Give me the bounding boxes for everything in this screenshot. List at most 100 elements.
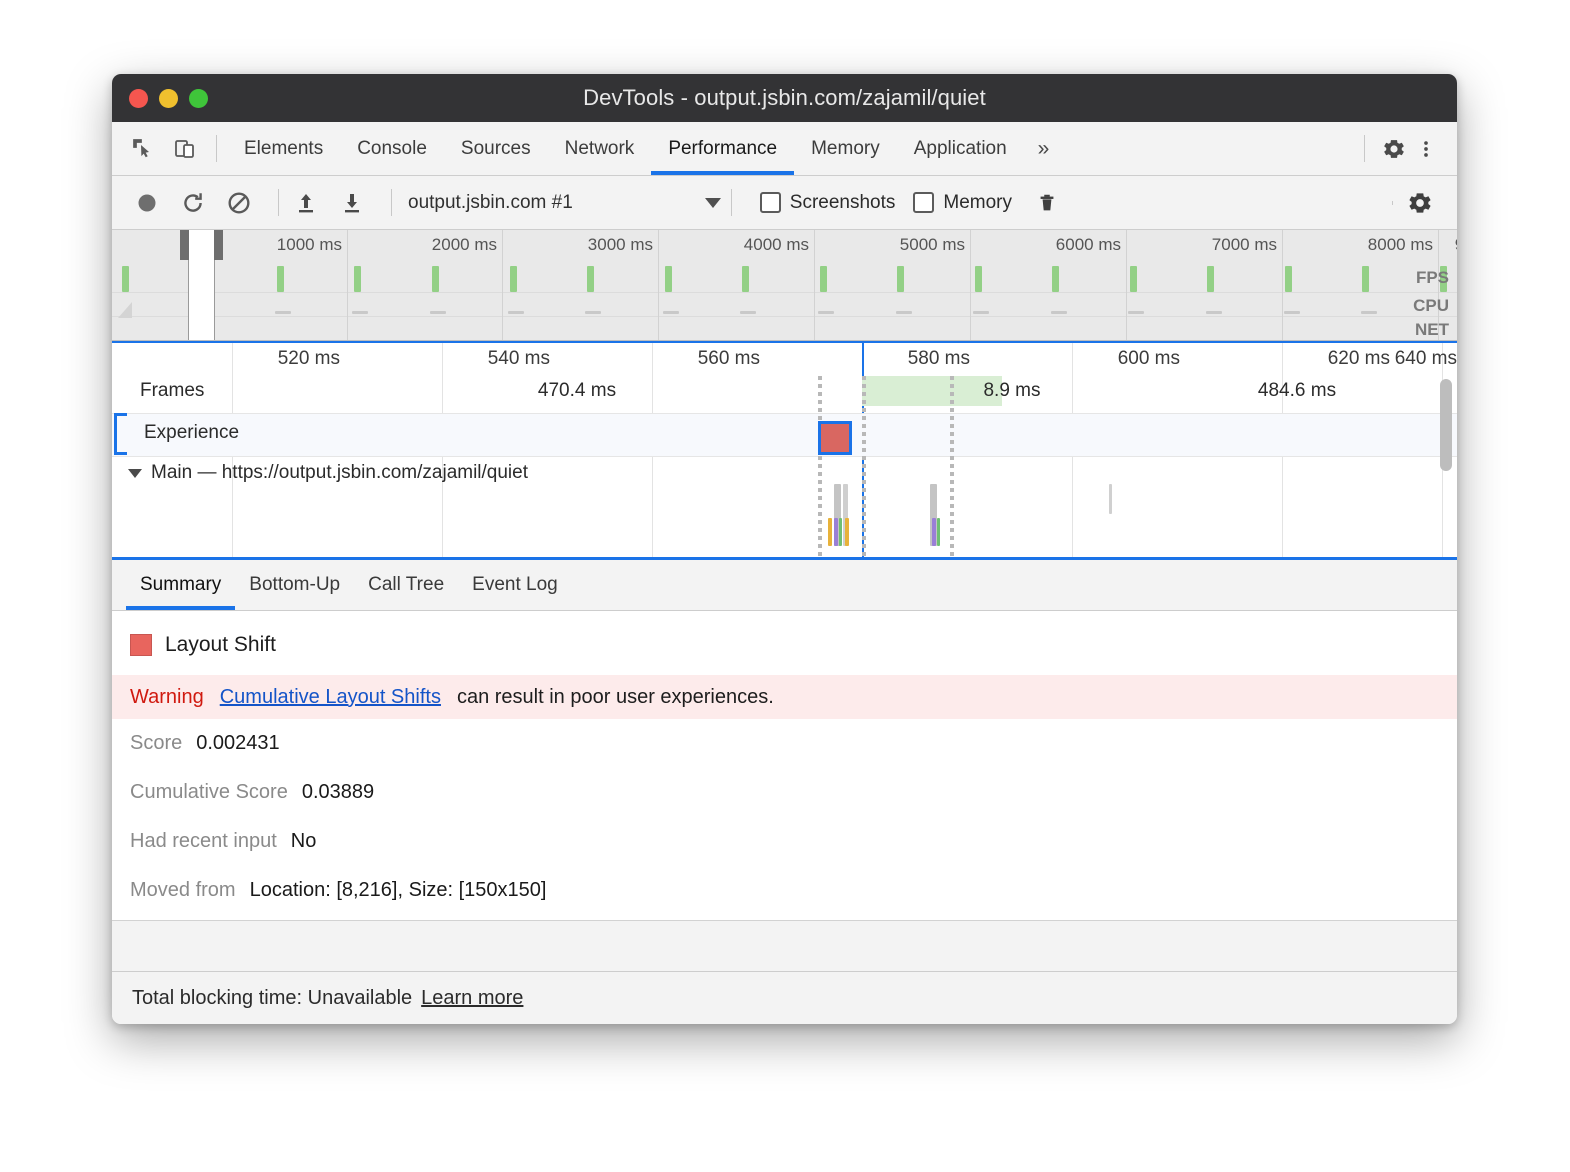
- tab-sources[interactable]: Sources: [444, 122, 548, 175]
- tab-performance[interactable]: Performance: [651, 122, 794, 175]
- frame-duration-label: 470.4 ms: [412, 380, 742, 402]
- tab-bottom-up[interactable]: Bottom-Up: [235, 560, 354, 610]
- overview-selection-window[interactable]: [188, 230, 215, 340]
- learn-more-link[interactable]: Learn more: [421, 987, 523, 1010]
- tab-elements[interactable]: Elements: [227, 122, 340, 175]
- cpu-blip: [896, 311, 912, 314]
- cpu-blip: [818, 311, 834, 314]
- timeline-vertical-scrollbar[interactable]: [1440, 379, 1452, 471]
- cpu-blip: [508, 311, 524, 314]
- tab-console-label: Console: [357, 138, 427, 160]
- main-activity-bar[interactable]: [845, 518, 849, 546]
- devtools-window: DevTools - output.jsbin.com/zajamil/quie…: [112, 74, 1457, 1024]
- frame-duration-label: 484.6 ms: [1132, 380, 1457, 402]
- cpu-blip: [1051, 311, 1067, 314]
- overview-tick: 3000 ms: [658, 230, 659, 340]
- main-track-header[interactable]: Main — https://output.jsbin.com/zajamil/…: [128, 462, 528, 484]
- timeline-tick-label: 600 ms: [1118, 348, 1180, 370]
- tab-event-log[interactable]: Event Log: [458, 560, 572, 610]
- experience-track-row[interactable]: [112, 413, 1457, 457]
- main-activity-bar[interactable]: [834, 518, 838, 546]
- inspect-element-icon[interactable]: [130, 136, 156, 162]
- overview-tick-label: 3000 ms: [588, 235, 653, 255]
- tab-event-log-label: Event Log: [472, 574, 558, 596]
- cpu-blip: [352, 311, 368, 314]
- tab-overflow-button[interactable]: »: [1024, 122, 1064, 175]
- main-activity-bar[interactable]: [839, 518, 842, 546]
- tab-memory[interactable]: Memory: [794, 122, 897, 175]
- timeline-tick-label: 580 ms: [908, 348, 970, 370]
- main-track-row[interactable]: Main — https://output.jsbin.com/zajamil/…: [112, 456, 1457, 557]
- fps-bar: [975, 266, 982, 292]
- cpu-blip: [430, 311, 446, 314]
- fps-bar: [1052, 266, 1059, 292]
- devtools-tabbar: Elements Console Sources Network Perform…: [112, 122, 1457, 176]
- summary-pane: Layout Shift Warning Cumulative Layout S…: [112, 611, 1457, 971]
- screenshots-checkbox-box[interactable]: [760, 192, 781, 213]
- tabbar-divider: [216, 135, 217, 162]
- summary-row-value: Location: [8,216], Size: [150x150]: [250, 879, 547, 902]
- perfbar-divider-2: [391, 189, 392, 216]
- tab-summary[interactable]: Summary: [126, 560, 235, 610]
- fps-bar: [1130, 266, 1137, 292]
- fps-bar: [1207, 266, 1214, 292]
- tabbar-right-icons: [1354, 122, 1457, 175]
- overview-tick-label: 6000 ms: [1056, 235, 1121, 255]
- gear-icon[interactable]: [1403, 188, 1437, 218]
- cumulative-layout-shifts-link[interactable]: Cumulative Layout Shifts: [220, 686, 441, 709]
- timeline-tick-label: 560 ms: [698, 348, 760, 370]
- kebab-menu-icon[interactable]: [1413, 136, 1439, 162]
- main-activity-bar[interactable]: [932, 518, 936, 546]
- overview-tick: 7000 ms: [1282, 230, 1283, 340]
- trash-icon[interactable]: [1030, 188, 1064, 218]
- close-window-button[interactable]: [129, 89, 148, 108]
- memory-checkbox-box[interactable]: [913, 192, 934, 213]
- layout-shift-color-swatch: [130, 634, 152, 656]
- cpu-blip: [1284, 311, 1300, 314]
- main-activity-bar[interactable]: [937, 518, 940, 546]
- timeline-tick-label: 640 ms: [1395, 348, 1457, 370]
- main-activity-bar[interactable]: [828, 518, 832, 546]
- experience-track-selected-bracket: [114, 413, 127, 455]
- profile-selector[interactable]: output.jsbin.com #1: [408, 192, 721, 214]
- minimize-window-button[interactable]: [159, 89, 178, 108]
- maximize-window-button[interactable]: [189, 89, 208, 108]
- overview-window-left-handle[interactable]: [180, 230, 189, 260]
- main-activity-bar[interactable]: [1109, 484, 1112, 514]
- clear-icon[interactable]: [222, 188, 256, 218]
- overview-window-right-handle[interactable]: [214, 230, 223, 260]
- tab-application[interactable]: Application: [897, 122, 1024, 175]
- reload-record-icon[interactable]: [176, 188, 210, 218]
- chevron-down-icon[interactable]: [705, 198, 721, 208]
- gear-icon[interactable]: [1381, 136, 1407, 162]
- record-icon[interactable]: [130, 188, 164, 218]
- fps-bar: [665, 266, 672, 292]
- summary-row-key: Moved from: [130, 879, 236, 902]
- tab-network-label: Network: [565, 138, 635, 160]
- overview-tick-label: 9000 ms: [1455, 235, 1457, 255]
- fps-bar: [1285, 266, 1292, 292]
- device-toolbar-icon[interactable]: [172, 136, 198, 162]
- perfbar-divider-4: [1392, 201, 1393, 205]
- screenshots-label: Screenshots: [790, 192, 896, 214]
- tab-call-tree[interactable]: Call Tree: [354, 560, 458, 610]
- download-profile-icon[interactable]: [335, 188, 369, 218]
- profile-name-label: output.jsbin.com #1: [408, 192, 573, 214]
- timeline-tick-label: 540 ms: [488, 348, 550, 370]
- tab-call-tree-label: Call Tree: [368, 574, 444, 596]
- timeline-tracks[interactable]: 520 ms 540 ms 560 ms 580 ms 600 ms 620 m…: [112, 341, 1457, 560]
- chevron-down-icon[interactable]: [128, 469, 142, 478]
- overview-tick: 2000 ms: [502, 230, 503, 340]
- screenshots-checkbox[interactable]: Screenshots: [760, 192, 896, 214]
- memory-checkbox[interactable]: Memory: [913, 192, 1012, 214]
- fps-bar: [587, 266, 594, 292]
- overview-cpu-label: CPU: [1413, 296, 1449, 316]
- upload-profile-icon[interactable]: [289, 188, 323, 218]
- tab-network[interactable]: Network: [548, 122, 652, 175]
- layout-shift-marker[interactable]: [818, 421, 852, 455]
- summary-row-value: 0.03889: [302, 781, 374, 804]
- overview-tick-label: 4000 ms: [744, 235, 809, 255]
- summary-event-title: Layout Shift: [112, 611, 1457, 657]
- timeline-overview[interactable]: 1000 ms 2000 ms 3000 ms 4000 ms 5000 ms …: [112, 230, 1457, 341]
- tab-console[interactable]: Console: [340, 122, 444, 175]
